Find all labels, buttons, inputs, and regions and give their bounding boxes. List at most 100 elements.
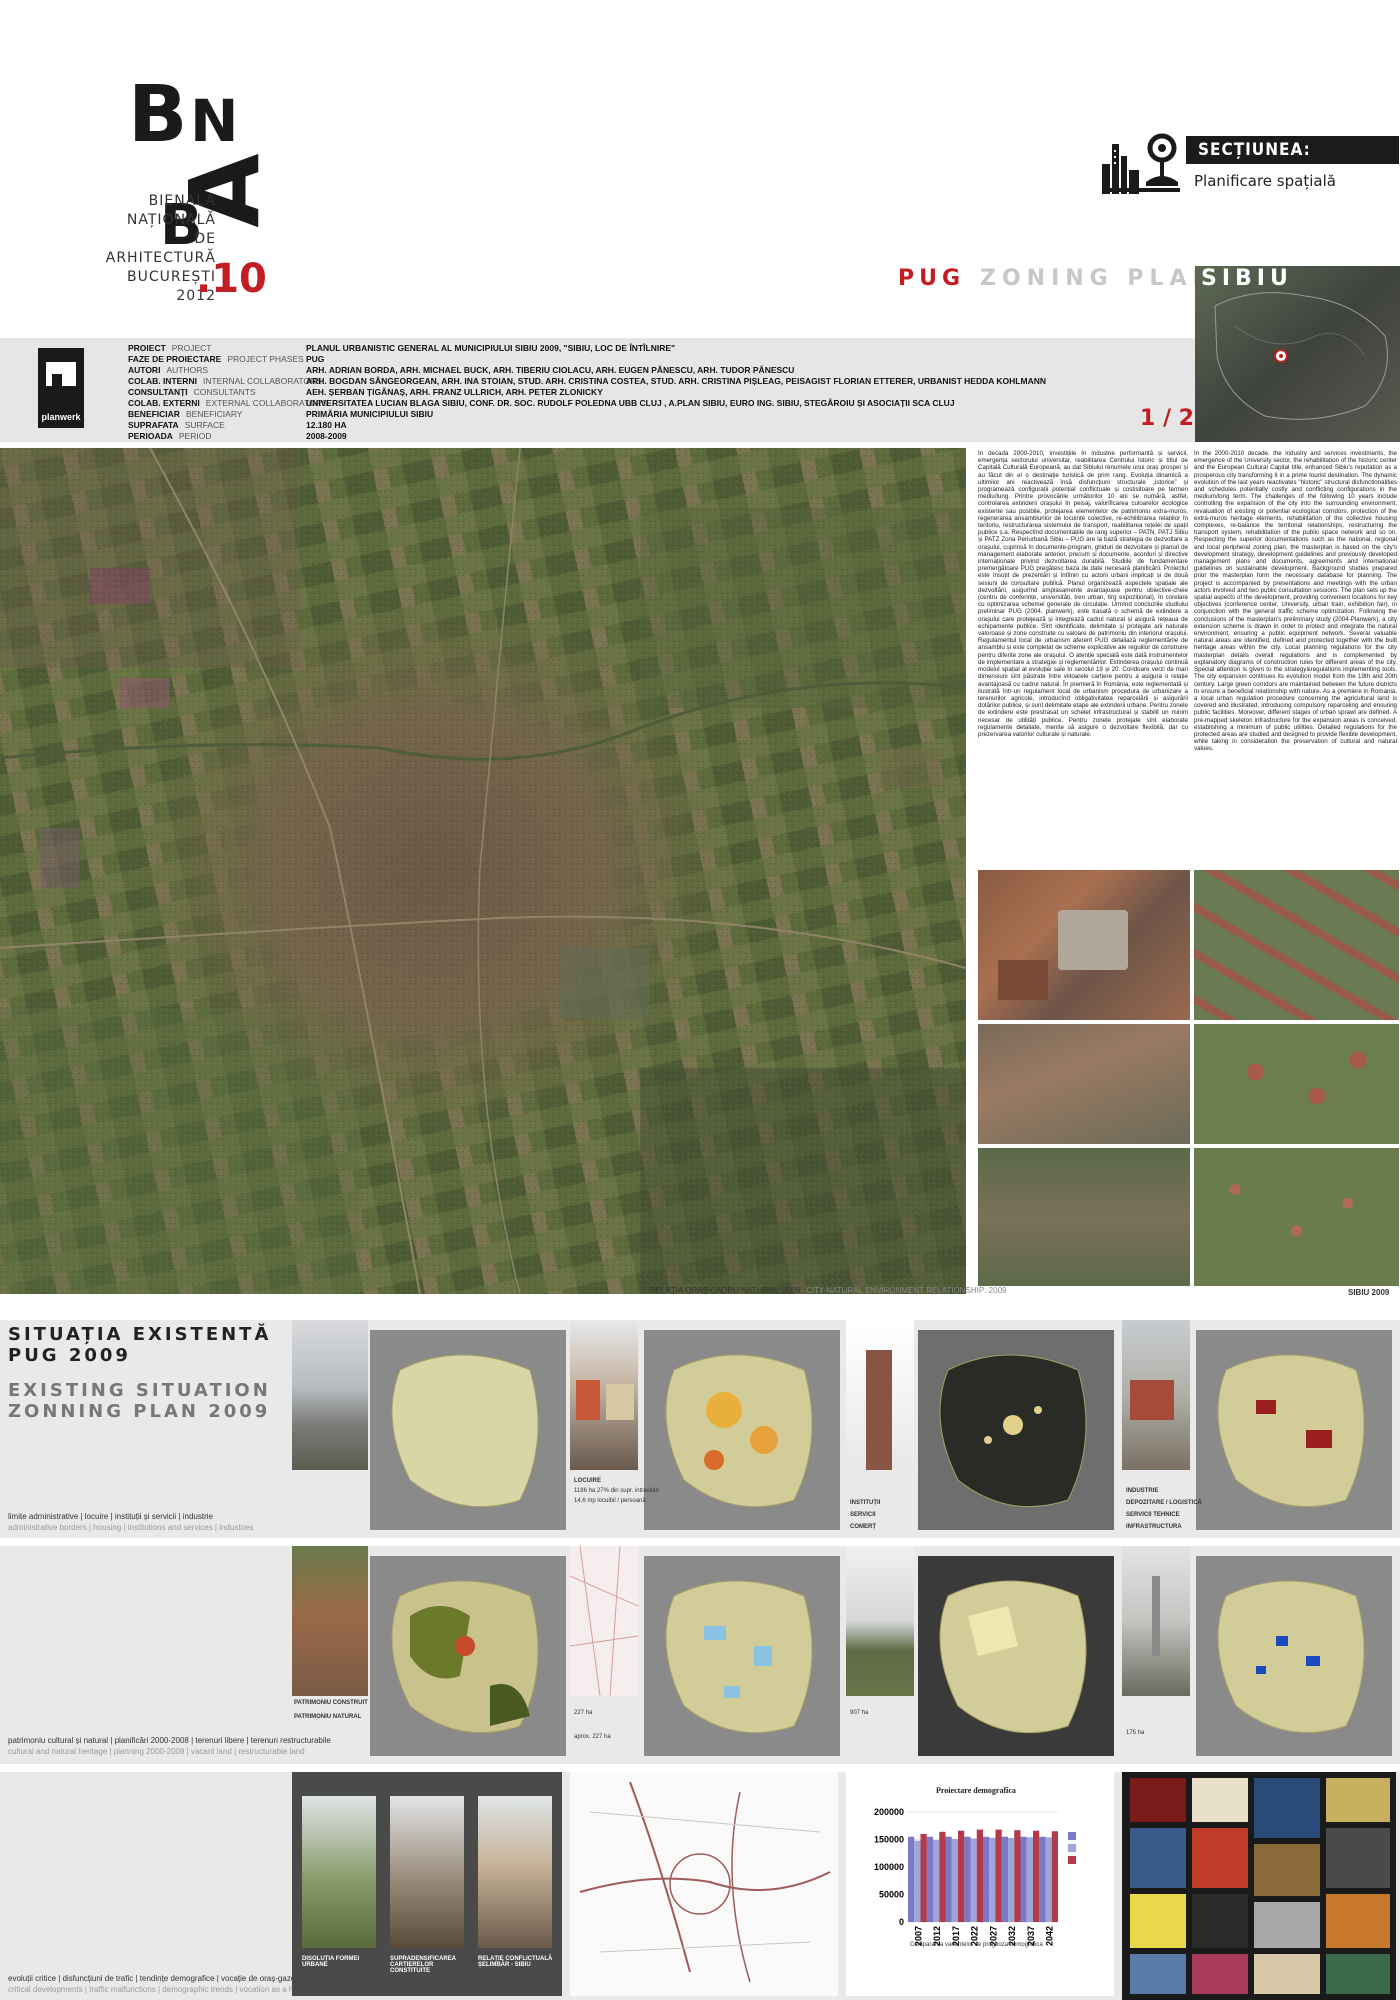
label-commerce: COMERȚ bbox=[850, 1524, 876, 1530]
info-row: PROIECT PROJECT PLANUL URBANISTIC GENERAL … bbox=[128, 343, 675, 353]
label-planning-area-approx: aprox. 227 ha bbox=[574, 1734, 611, 1740]
info-value: PUG bbox=[306, 354, 325, 364]
photo-industrial bbox=[1122, 1320, 1190, 1470]
title-zoning-plan: ZONING PLAN bbox=[980, 266, 1217, 291]
existing-title-ro: SITUAȚIA EXISTENTĂ PUG 2009 bbox=[8, 1324, 271, 1366]
y-tick-label: 200000 bbox=[874, 1807, 904, 1817]
photo-houses bbox=[570, 1320, 638, 1470]
existing-title-en: EXISTING SITUATION ZONNING PLAN 2009 bbox=[8, 1380, 271, 1422]
bar bbox=[939, 1831, 946, 1922]
info-row: PERIOADA PERIOD 2008-2009 bbox=[128, 431, 347, 441]
bienala-line: DE bbox=[194, 231, 216, 247]
label-vacant-area: 907 ha bbox=[850, 1710, 869, 1716]
info-key-en: PERIOD bbox=[178, 431, 212, 441]
photo-suburb-aerial bbox=[978, 1148, 1190, 1286]
bar bbox=[1008, 1837, 1015, 1922]
band2-caption-ro: patrimoniu cultural și natural | planifi… bbox=[8, 1736, 331, 1745]
label-industry: INDUSTRIE bbox=[1126, 1488, 1159, 1494]
info-value: ARH. ADRIAN BORDA, ARH. MICHAEL BUCK, AR… bbox=[306, 365, 795, 375]
info-row: COLAB. EXTERNI EXTERNAL COLLABORATORSUNIV… bbox=[128, 398, 955, 408]
photo-church bbox=[292, 1546, 368, 1696]
logo-letter-b1: B bbox=[128, 70, 188, 160]
label-logistics: DEPOZITARE / LOGISTICĂ bbox=[1126, 1500, 1202, 1506]
map-housing bbox=[644, 1330, 840, 1530]
bar bbox=[951, 1838, 958, 1922]
existing-title-ro-line: SITUAȚIA EXISTENTĂ bbox=[8, 1324, 272, 1345]
band1-caption-ro: limite administrative | locuire | instit… bbox=[8, 1512, 213, 1521]
chart-panel: Proiectare demografica 0 50000 100000 15000… bbox=[846, 1772, 1114, 1996]
label-natural-heritage: PATRIMONIU NATURAL bbox=[294, 1714, 362, 1720]
y-tick-label: 0 bbox=[899, 1917, 904, 1927]
band1-caption-en: administrative borders | housing | insti… bbox=[8, 1523, 254, 1532]
bienala-line: NAȚIONALĂ bbox=[126, 212, 216, 228]
label-selimbar-conflict: RELAȚIE CONFLICTUALĂ ȘELIMBĂR - SIBIU bbox=[478, 1956, 553, 1968]
info-row: CONSULTANȚI CONSULTANTS AEH. ȘERBAN ȚIGĂNA… bbox=[128, 387, 603, 397]
info-key: PERIOADA bbox=[128, 431, 173, 441]
bar bbox=[964, 1836, 971, 1922]
bar bbox=[976, 1829, 983, 1922]
map-institutions bbox=[918, 1330, 1114, 1530]
romania-location-map: SIBIU bbox=[1195, 266, 1400, 442]
bar bbox=[1020, 1836, 1027, 1922]
map-admin-borders bbox=[370, 1330, 566, 1530]
info-row: AUTORI AUTHORS ARH. ADRIAN BORDA, ARH. MIC… bbox=[128, 365, 794, 375]
label-housing-area: 1186 ha 27% din supr. intravilan bbox=[574, 1488, 659, 1494]
map-heritage bbox=[370, 1556, 566, 1756]
info-key: COLAB. EXTERNI bbox=[128, 398, 200, 408]
info-key: SUPRAFATA bbox=[128, 420, 179, 430]
bar bbox=[995, 1829, 1002, 1922]
map-industry bbox=[1196, 1330, 1392, 1530]
y-tick-label: 100000 bbox=[874, 1862, 904, 1872]
label-institutions: INSTITUȚII bbox=[850, 1500, 881, 1506]
info-value: 2008-2009 bbox=[306, 431, 347, 441]
label-housing: LOCUIRE bbox=[574, 1478, 601, 1484]
band3-caption-ro: evoluții critice | disfuncțiuni de trafi… bbox=[8, 1974, 300, 1983]
map-city-plan-sketch bbox=[570, 1546, 638, 1696]
description-en: In the 2000-2010 decade, the industry an… bbox=[1194, 450, 1397, 753]
city-caption: SIBIU 2009 bbox=[1348, 1288, 1390, 1297]
info-key: FAZE DE PROIECTARE bbox=[128, 354, 222, 364]
page-number: 1 / 2 bbox=[1140, 406, 1194, 431]
bar bbox=[1014, 1830, 1021, 1922]
edition-number: .10 bbox=[196, 256, 267, 302]
bar bbox=[926, 1836, 933, 1922]
info-key-en: INTERNAL COLLABORATORS bbox=[202, 376, 322, 386]
title-city: SIBIU bbox=[1201, 266, 1293, 291]
bar bbox=[989, 1837, 996, 1922]
bar bbox=[1039, 1836, 1046, 1922]
bar bbox=[1033, 1830, 1040, 1922]
section-label: SECȚIUNEA: bbox=[1186, 136, 1399, 164]
bar bbox=[958, 1830, 965, 1922]
bar bbox=[1051, 1831, 1058, 1922]
bar bbox=[1001, 1836, 1008, 1922]
info-key: BENEFICIAR bbox=[128, 409, 180, 419]
bar bbox=[920, 1834, 927, 1922]
photo-restructurable-land bbox=[1122, 1546, 1190, 1696]
band2-caption-en: cultural and natural heritage | planning… bbox=[8, 1747, 305, 1756]
photo-city-view bbox=[292, 1320, 368, 1470]
photo-blocks-aerial bbox=[1194, 870, 1399, 1020]
info-key-en: PROJECT bbox=[171, 343, 212, 353]
aerial-caption-ro: RELAȚIA ORAȘ-CADRU NATURAL: 2009 bbox=[650, 1286, 801, 1295]
bienala-line: BIENALA bbox=[148, 193, 216, 209]
legend-swatch bbox=[1068, 1856, 1076, 1864]
events-posters bbox=[1122, 1772, 1396, 2000]
info-key: AUTORI bbox=[128, 365, 161, 375]
bar bbox=[933, 1840, 940, 1922]
bar bbox=[908, 1836, 915, 1922]
bar bbox=[983, 1836, 990, 1922]
existing-title-en-line: ZONNING PLAN 2009 bbox=[8, 1401, 271, 1422]
info-value: 12.180 HA bbox=[306, 420, 347, 430]
info-key: PROIECT bbox=[128, 343, 166, 353]
bar bbox=[914, 1840, 921, 1922]
label-technical-services: SERVICII TEHNICE bbox=[1126, 1512, 1180, 1518]
planwerk-logo: planwerk bbox=[38, 348, 84, 428]
info-row: SUPRAFATA SURFACE 12.180 HA bbox=[128, 420, 347, 430]
aerial-caption-en: CITY-NATURAL ENVIRONMENT RELATIONSHIP: 2… bbox=[806, 1286, 1007, 1295]
info-key-en: BENEFICIARY bbox=[185, 409, 243, 419]
aerial-caption: RELAȚIA ORAȘ-CADRU NATURAL: 2009 CITY-NAT… bbox=[650, 1286, 1006, 1295]
aerial-photo-sibiu bbox=[0, 448, 966, 1294]
info-value: PRIMĂRIA MUNICIPIULUI SIBIU bbox=[306, 409, 434, 419]
chart-caption: Compararea variantelor de prognoza demog… bbox=[910, 1942, 1043, 1948]
info-row: COLAB. INTERNI INTERNAL COLLABORATORSARH.… bbox=[128, 376, 1046, 386]
